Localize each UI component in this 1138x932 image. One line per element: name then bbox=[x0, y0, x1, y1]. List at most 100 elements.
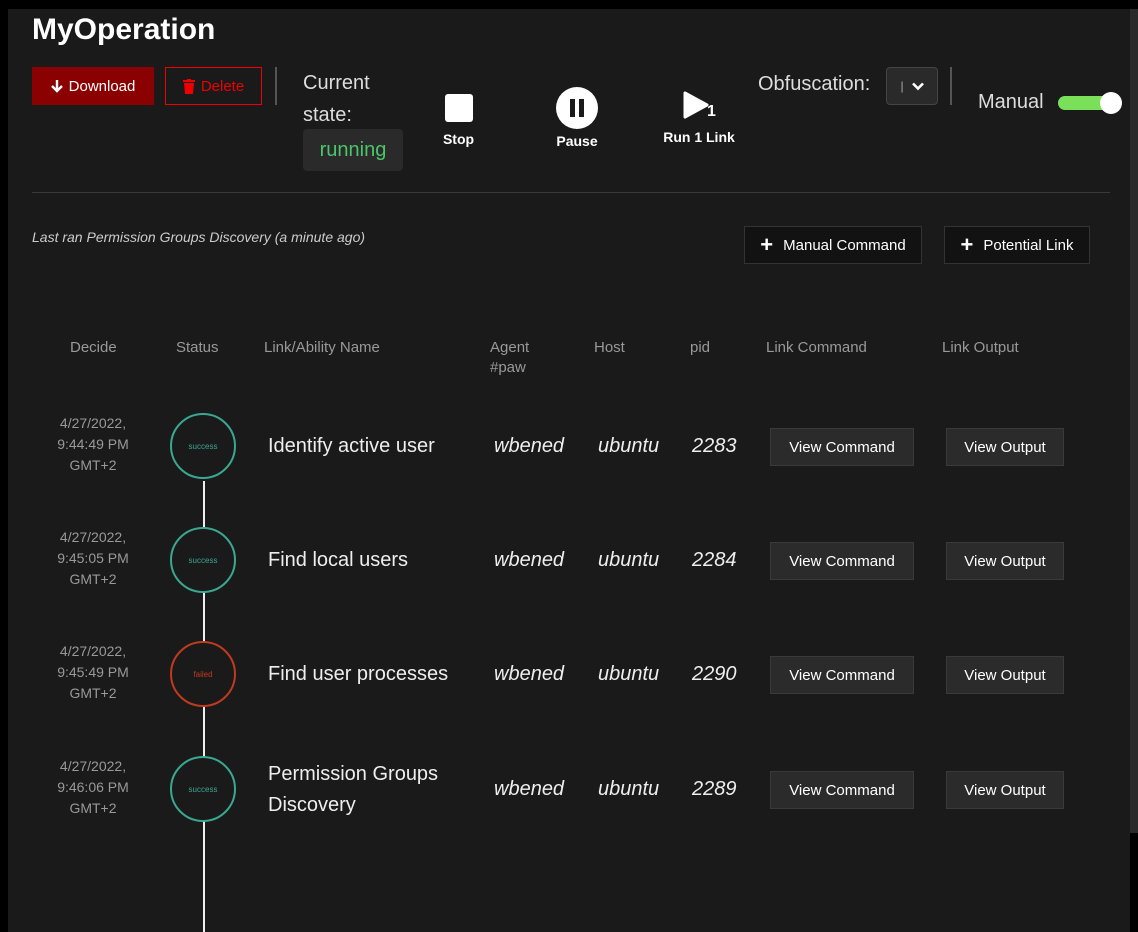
page-title: MyOperation bbox=[32, 13, 216, 46]
link-name-line2: Discovery bbox=[268, 794, 356, 816]
header-agent-line1: Agent bbox=[490, 339, 530, 356]
state-badge: running bbox=[303, 129, 403, 171]
row-date-line3: GMT+2 bbox=[69, 571, 117, 587]
row-date-line3: GMT+2 bbox=[69, 685, 117, 701]
view-command-button[interactable]: View Command bbox=[770, 428, 914, 466]
host-name: ubuntu bbox=[598, 549, 660, 571]
delete-button[interactable]: Delete bbox=[165, 67, 262, 105]
link-name: Identify active user bbox=[268, 431, 435, 462]
agent-paw: wbened bbox=[494, 778, 565, 800]
view-output-button[interactable]: View Output bbox=[946, 656, 1064, 694]
potential-link-button[interactable]: + Potential Link bbox=[944, 226, 1090, 264]
view-output-button[interactable]: View Output bbox=[946, 771, 1064, 809]
table-row: 4/27/2022, 9:45:05 PM GMT+2 success Find… bbox=[8, 515, 1130, 605]
header-pid: pid bbox=[690, 339, 711, 356]
run-icon-wrap: 1 bbox=[679, 89, 719, 120]
link-name: Find local users bbox=[268, 545, 408, 576]
host-name: ubuntu bbox=[598, 663, 660, 685]
state-label: Current state: bbox=[303, 67, 370, 131]
header-name: Link/Ability Name bbox=[264, 339, 380, 356]
view-command-button[interactable]: View Command bbox=[770, 656, 914, 694]
agent-paw: wbened bbox=[494, 663, 565, 685]
state-label-line1: Current bbox=[303, 72, 370, 94]
row-date-line3: GMT+2 bbox=[69, 800, 117, 816]
plus-icon: + bbox=[960, 232, 974, 257]
run-label: Run 1 Link bbox=[663, 129, 735, 145]
view-command-button[interactable]: View Command bbox=[770, 542, 914, 580]
table-row: 4/27/2022, 9:45:49 PM GMT+2 failed Find … bbox=[8, 629, 1130, 719]
view-output-button[interactable]: View Output bbox=[946, 542, 1064, 580]
run-one-link-button[interactable]: 1 Run 1 Link bbox=[654, 89, 744, 145]
manual-toggle-knob bbox=[1100, 92, 1122, 114]
manual-toggle[interactable] bbox=[1058, 92, 1122, 114]
trash-icon bbox=[182, 78, 195, 94]
last-ran-text: Last ran Permission Groups Discovery (a … bbox=[32, 229, 366, 245]
pid-value: 2290 bbox=[692, 663, 737, 685]
host-name: ubuntu bbox=[598, 778, 660, 800]
header-decide: Decide bbox=[70, 339, 117, 356]
link-name-line1: Identify active user bbox=[268, 435, 435, 457]
agent-paw: wbened bbox=[494, 435, 565, 457]
manual-command-button[interactable]: + Manual Command bbox=[744, 226, 922, 264]
manual-label: Manual bbox=[978, 91, 1044, 113]
link-name: Permission Groups Discovery bbox=[268, 759, 438, 821]
pause-button[interactable]: Pause bbox=[550, 87, 604, 149]
pid-value: 2283 bbox=[692, 435, 737, 457]
manual-command-label: Manual Command bbox=[783, 236, 906, 254]
download-button[interactable]: Download bbox=[32, 67, 154, 105]
row-date-line2: 9:45:05 PM bbox=[57, 550, 129, 566]
stop-button[interactable]: Stop bbox=[436, 93, 481, 147]
obfuscation-label: Obfuscation: bbox=[758, 73, 871, 95]
toolbar-divider-2 bbox=[950, 67, 952, 105]
header-command: Link Command bbox=[766, 339, 867, 356]
row-date: 4/27/2022, 9:44:49 PM GMT+2 bbox=[32, 413, 154, 476]
plus-icon: + bbox=[760, 232, 774, 257]
pid-value: 2284 bbox=[692, 549, 737, 571]
state-label-line2: state: bbox=[303, 104, 352, 126]
row-date: 4/27/2022, 9:45:05 PM GMT+2 bbox=[32, 527, 154, 590]
row-date-line3: GMT+2 bbox=[69, 457, 117, 473]
row-date-line2: 9:45:49 PM bbox=[57, 664, 129, 680]
row-date-line1: 4/27/2022, bbox=[59, 415, 127, 431]
pause-circle-icon bbox=[556, 87, 598, 129]
row-date: 4/27/2022, 9:45:49 PM GMT+2 bbox=[32, 641, 154, 704]
potential-link-label: Potential Link bbox=[983, 236, 1074, 254]
delete-label: Delete bbox=[200, 77, 245, 95]
play-icon bbox=[683, 91, 709, 119]
status-badge: failed bbox=[170, 641, 236, 707]
row-date-line1: 4/27/2022, bbox=[59, 643, 127, 659]
view-output-button[interactable]: View Output bbox=[946, 428, 1064, 466]
status-badge: success bbox=[170, 527, 236, 593]
host-name: ubuntu bbox=[598, 435, 660, 457]
view-command-button[interactable]: View Command bbox=[770, 771, 914, 809]
stop-label: Stop bbox=[442, 131, 475, 147]
header-agent: Agent #paw bbox=[490, 338, 529, 378]
pid-value: 2289 bbox=[692, 778, 737, 800]
obfuscation-select[interactable]: | bbox=[886, 67, 938, 105]
download-label: Download bbox=[68, 77, 136, 95]
section-divider bbox=[32, 192, 1110, 193]
link-name-line1: Find local users bbox=[268, 549, 409, 571]
link-name-line1: Find user processes bbox=[268, 663, 449, 685]
table-row: 4/27/2022, 9:44:49 PM GMT+2 success Iden… bbox=[8, 401, 1130, 491]
row-date-line2: 9:44:49 PM bbox=[57, 436, 129, 452]
header-output: Link Output bbox=[942, 339, 1019, 356]
chevron-down-icon bbox=[911, 82, 924, 90]
status-badge: success bbox=[170, 756, 236, 822]
pause-label: Pause bbox=[556, 133, 598, 149]
link-name-line1: Permission Groups bbox=[268, 763, 439, 785]
link-name: Find user processes bbox=[268, 659, 448, 690]
row-date-line1: 4/27/2022, bbox=[59, 758, 127, 774]
page-scrollbar[interactable] bbox=[1130, 9, 1138, 833]
operation-panel: MyOperation Download Delete Current stat… bbox=[8, 9, 1130, 932]
row-date-line2: 9:46:06 PM bbox=[57, 779, 129, 795]
header-host: Host bbox=[594, 339, 625, 356]
header-status: Status bbox=[176, 339, 219, 356]
obfuscation-value: | bbox=[900, 79, 904, 93]
status-badge: success bbox=[170, 413, 236, 479]
header-agent-line2: #paw bbox=[490, 359, 526, 376]
row-date: 4/27/2022, 9:46:06 PM GMT+2 bbox=[32, 756, 154, 819]
toolbar-divider bbox=[275, 67, 277, 105]
run-badge: 1 bbox=[707, 103, 716, 120]
row-date-line1: 4/27/2022, bbox=[59, 529, 127, 545]
